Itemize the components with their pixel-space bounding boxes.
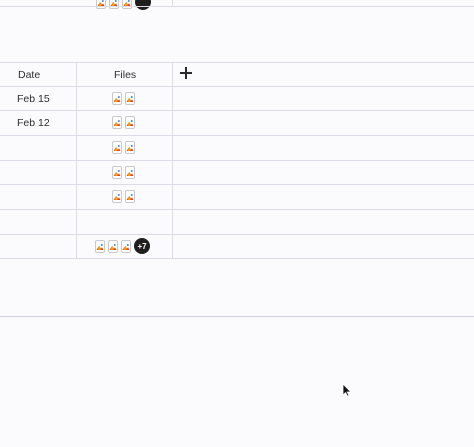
top-table-bottom-border: [0, 6, 474, 7]
file-thumbnail-icon[interactable]: [95, 239, 105, 253]
row-divider: [0, 135, 474, 136]
row-files: [112, 141, 135, 154]
file-thumbnail-icon[interactable]: [112, 116, 122, 129]
file-thumbnail-icon[interactable]: [108, 239, 118, 253]
row-files: +7: [95, 238, 150, 254]
column-header-files[interactable]: Files: [114, 69, 136, 81]
file-thumbnail-icon[interactable]: [112, 190, 122, 203]
file-thumbnail-icon[interactable]: [112, 92, 122, 105]
row-divider: [0, 209, 474, 210]
file-thumbnail-icon[interactable]: [125, 141, 135, 154]
row-divider: [0, 184, 474, 185]
row-divider: [0, 110, 474, 111]
row-divider: [0, 160, 474, 161]
mouse-pointer-icon: [342, 383, 352, 397]
row-date: Feb 12: [17, 117, 50, 129]
row-divider: [0, 234, 474, 235]
row-files: [112, 92, 135, 105]
file-thumbnail-icon[interactable]: [125, 166, 135, 179]
row-files: [112, 116, 135, 129]
more-files-badge[interactable]: [135, 0, 151, 10]
file-thumbnail-icon[interactable]: [112, 141, 122, 154]
file-thumbnail-icon[interactable]: [96, 0, 106, 9]
file-thumbnail-icon[interactable]: [121, 239, 131, 253]
plus-icon[interactable]: [180, 67, 192, 79]
file-thumbnail-icon[interactable]: [125, 190, 135, 203]
file-thumbnail-icon[interactable]: [122, 0, 132, 9]
table-bottom-border: [0, 258, 474, 259]
file-thumbnail-icon[interactable]: [125, 92, 135, 105]
row-files: [112, 166, 135, 179]
more-files-badge[interactable]: +7: [134, 238, 150, 254]
file-thumbnail-icon[interactable]: [125, 116, 135, 129]
header-bottom-border: [0, 86, 474, 87]
row-date: Feb 15: [17, 93, 50, 105]
top-partial-files: [96, 0, 151, 10]
column-header-date[interactable]: Date: [18, 69, 40, 81]
section-divider: [0, 316, 474, 317]
file-thumbnail-icon[interactable]: [112, 166, 122, 179]
row-files: [112, 190, 135, 203]
table-top-border: [0, 62, 474, 63]
file-thumbnail-icon[interactable]: [109, 0, 119, 9]
